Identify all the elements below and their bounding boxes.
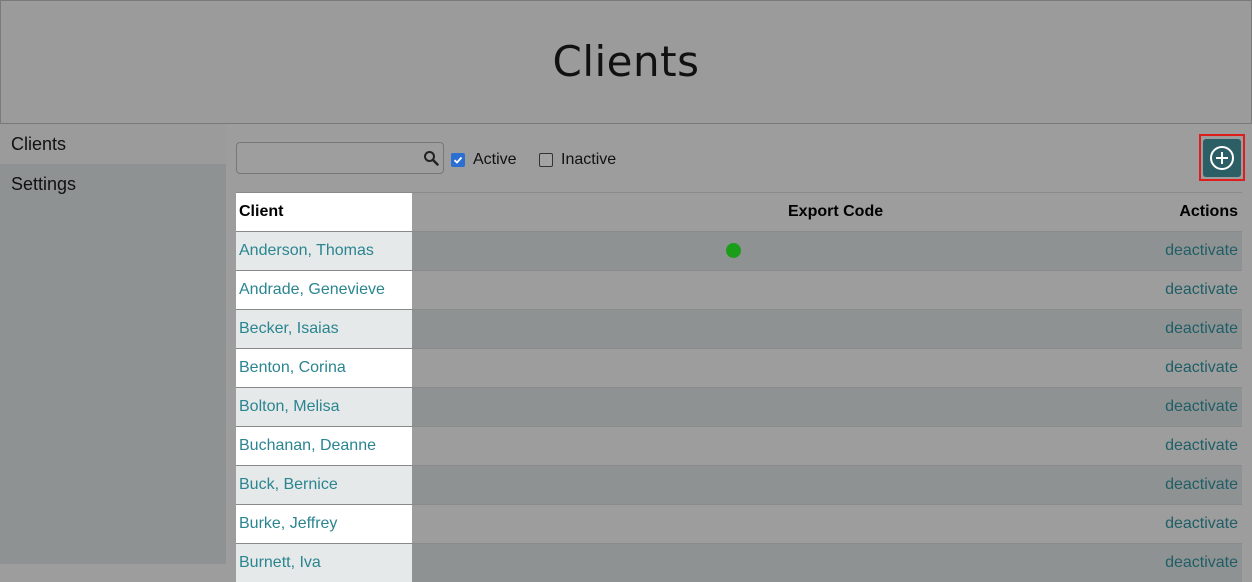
sidebar-background [0, 204, 226, 564]
search-icon [424, 151, 439, 166]
column-header-actions: Actions [1179, 203, 1238, 220]
page-title: Clients [552, 37, 700, 86]
deactivate-link[interactable]: deactivate [1165, 466, 1238, 504]
table-row: Burnett, Iva deactivate [236, 543, 1242, 582]
status-dot-icon [726, 243, 741, 258]
client-name-link[interactable]: Buck, Bernice [239, 466, 338, 504]
client-name-link[interactable]: Buchanan, Deanne [239, 427, 376, 465]
table-row: Burke, Jeffrey deactivate [236, 504, 1242, 543]
table-row: Bolton, Melisa deactivate [236, 387, 1242, 426]
deactivate-link[interactable]: deactivate [1165, 349, 1238, 387]
table-row: Buck, Bernice deactivate [236, 465, 1242, 504]
client-name-link[interactable]: Anderson, Thomas [239, 232, 374, 270]
column-header-client: Client [239, 203, 284, 220]
table-row: Anderson, Thomas deactivate [236, 231, 1242, 270]
sidebar: Clients Settings [0, 124, 226, 564]
client-name-link[interactable]: Andrade, Genevieve [239, 271, 385, 309]
client-name-link[interactable]: Burke, Jeffrey [239, 505, 337, 543]
client-name-link[interactable]: Bolton, Melisa [239, 388, 340, 426]
table-row: Buchanan, Deanne deactivate [236, 426, 1242, 465]
inactive-checkbox[interactable] [539, 153, 553, 167]
active-label: Active [473, 151, 517, 168]
client-name-link[interactable]: Burnett, Iva [239, 544, 321, 582]
deactivate-link[interactable]: deactivate [1165, 310, 1238, 348]
sidebar-item-settings[interactable]: Settings [0, 164, 226, 204]
deactivate-link[interactable]: deactivate [1165, 544, 1238, 582]
table-row: Benton, Corina deactivate [236, 348, 1242, 387]
deactivate-link[interactable]: deactivate [1165, 271, 1238, 309]
search-input[interactable] [236, 142, 444, 174]
table-row: Becker, Isaias deactivate [236, 309, 1242, 348]
sidebar-item-label: Clients [11, 134, 67, 154]
active-checkbox[interactable] [451, 153, 465, 167]
deactivate-link[interactable]: deactivate [1165, 388, 1238, 426]
inactive-filter[interactable]: Inactive [539, 150, 616, 170]
table-header: Client Export Code Actions [236, 192, 1242, 231]
active-filter[interactable]: Active [451, 150, 517, 170]
deactivate-link[interactable]: deactivate [1165, 427, 1238, 465]
deactivate-link[interactable]: deactivate [1165, 232, 1238, 270]
client-name-link[interactable]: Becker, Isaias [239, 310, 339, 348]
table-body: Anderson, Thomas deactivate Andrade, Genev… [236, 231, 1242, 582]
sidebar-item-clients[interactable]: Clients [0, 124, 226, 164]
sidebar-item-label: Settings [11, 174, 77, 194]
client-name-link[interactable]: Benton, Corina [239, 349, 346, 387]
page-header: Clients [0, 0, 1252, 124]
inactive-label: Inactive [561, 151, 617, 168]
plus-circle-icon [1210, 146, 1234, 170]
add-client-button[interactable] [1203, 139, 1241, 177]
deactivate-link[interactable]: deactivate [1165, 505, 1238, 543]
check-icon [453, 156, 463, 164]
clients-table: Client Export Code Actions Anderson, Tho… [236, 192, 1242, 582]
table-row: Andrade, Genevieve deactivate [236, 270, 1242, 309]
column-header-export-code: Export Code [788, 203, 884, 220]
